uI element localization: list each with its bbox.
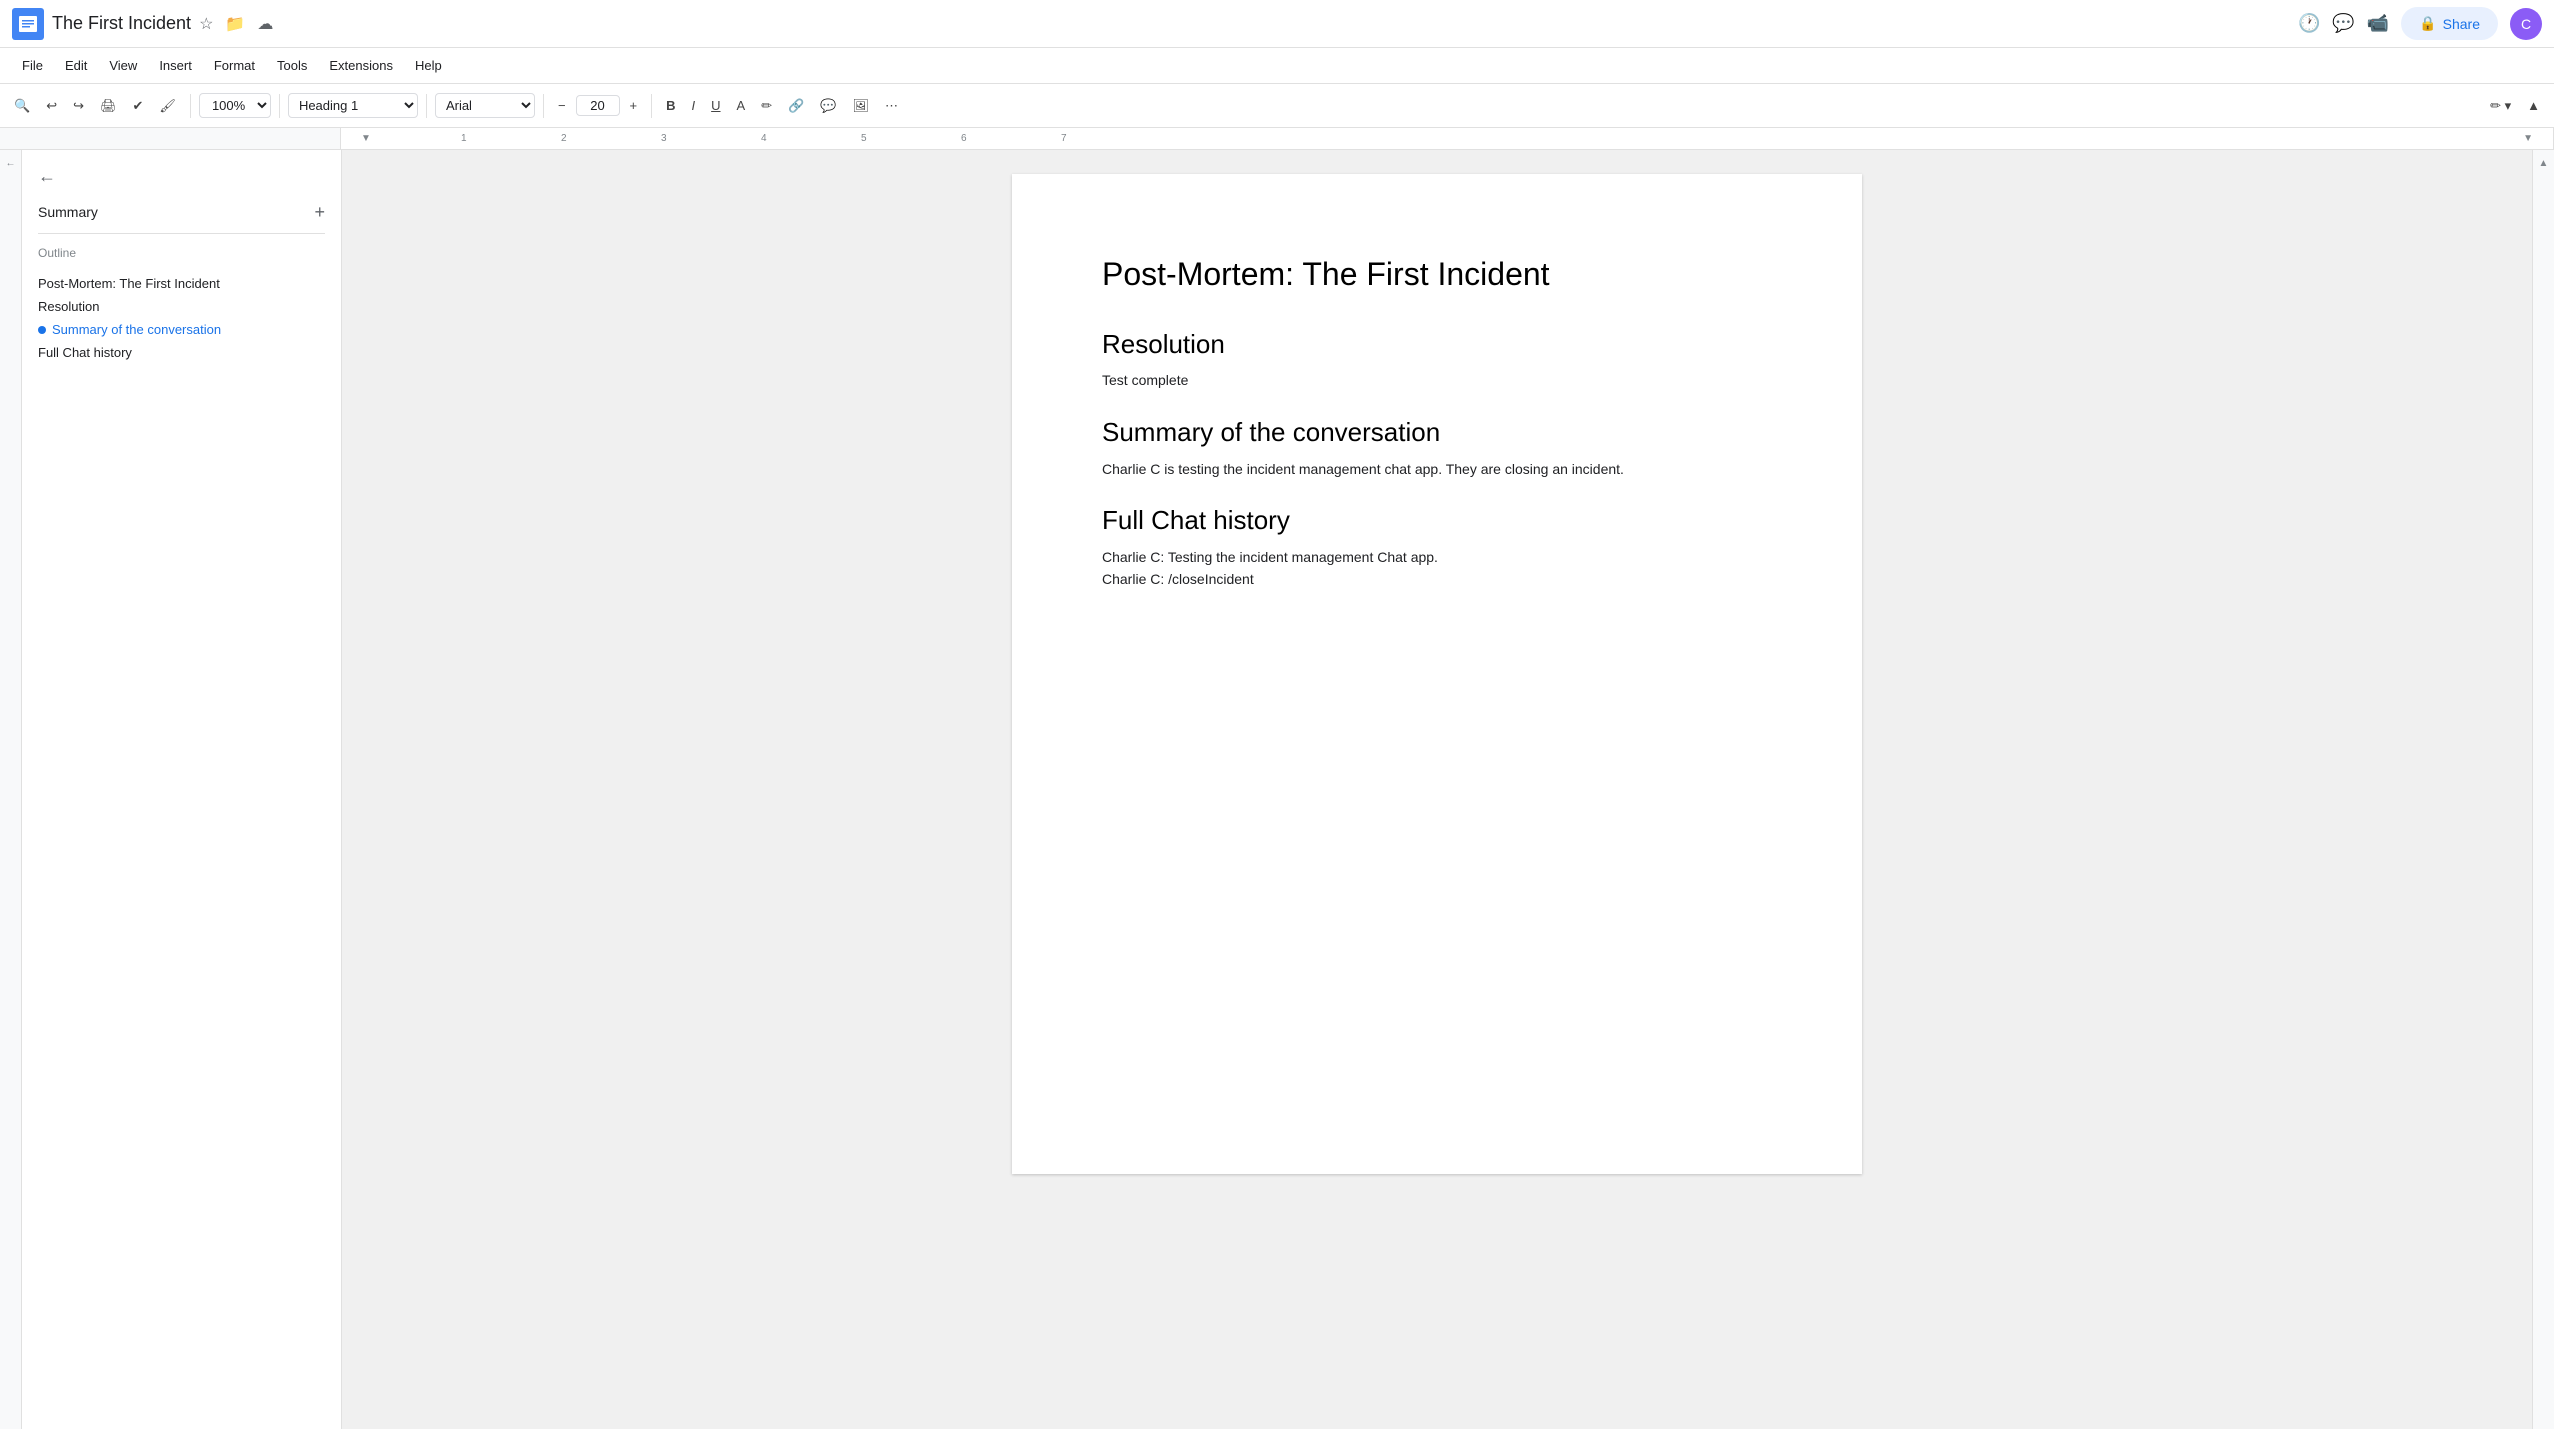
title-bar-left: The First Incident ☆ 📁 ☁ bbox=[12, 8, 2290, 40]
sidebar-add-button[interactable]: + bbox=[314, 203, 325, 221]
print-btn[interactable]: 🖨 bbox=[94, 94, 123, 118]
history-icon[interactable]: 🕐 bbox=[2298, 13, 2320, 34]
ruler-content: ▼ 1 2 3 4 5 6 7 ▼ bbox=[340, 128, 2554, 149]
menu-tools[interactable]: Tools bbox=[267, 54, 317, 77]
margin-arrow: ← bbox=[6, 158, 16, 169]
comment-btn[interactable]: 💬 bbox=[814, 94, 842, 118]
toolbar: 🔍 ↩ ↪ 🖨 ✔ 🖌 100% Heading 1 Arial − 20 + … bbox=[0, 84, 2554, 128]
paint-format-btn[interactable]: 🖌 bbox=[153, 94, 182, 118]
separator-1 bbox=[190, 94, 191, 118]
section-heading-0[interactable]: Resolution bbox=[1102, 328, 1772, 362]
back-arrow-icon: ← bbox=[38, 166, 56, 187]
sidebar-divider bbox=[38, 233, 325, 234]
highlight-btn[interactable]: ✏ bbox=[755, 94, 778, 118]
outline-item-3[interactable]: Full Chat history bbox=[38, 341, 325, 364]
share-button[interactable]: 🔒 Share bbox=[2401, 7, 2498, 40]
menu-bar: File Edit View Insert Format Tools Exten… bbox=[0, 48, 2554, 84]
image-btn[interactable]: 🖼 bbox=[846, 94, 875, 118]
left-margin: ← bbox=[0, 150, 22, 1429]
lock-icon: 🔒 bbox=[2419, 15, 2436, 32]
document-main-title[interactable]: Post-Mortem: The First Incident bbox=[1102, 254, 1772, 296]
section-heading-2[interactable]: Full Chat history bbox=[1102, 504, 1772, 538]
section-body-0[interactable]: Test complete bbox=[1102, 369, 1772, 391]
bold-btn[interactable]: B bbox=[660, 94, 681, 117]
outline-item-0[interactable]: Post-Mortem: The First Incident bbox=[38, 272, 325, 295]
scroll-indicator: ▲ bbox=[2539, 158, 2549, 169]
italic-btn[interactable]: I bbox=[686, 94, 702, 117]
font-size-increase[interactable]: + bbox=[624, 94, 644, 117]
star-icon[interactable]: ☆ bbox=[199, 14, 213, 34]
document-page: Post-Mortem: The First Incident Resoluti… bbox=[1012, 174, 1862, 1174]
link-btn[interactable]: 🔗 bbox=[782, 94, 810, 118]
avatar[interactable]: C bbox=[2510, 8, 2542, 40]
title-bar: The First Incident ☆ 📁 ☁ 🕐 💬 📹 🔒 Share C bbox=[0, 0, 2554, 48]
redo-btn[interactable]: ↪ bbox=[67, 94, 90, 118]
section-heading-1[interactable]: Summary of the conversation bbox=[1102, 416, 1772, 450]
main-layout: ← ← Summary + Outline Post-Mortem: The F… bbox=[0, 150, 2554, 1429]
document-area: Post-Mortem: The First Incident Resoluti… bbox=[342, 150, 2532, 1429]
cloud-icon[interactable]: ☁ bbox=[257, 14, 273, 34]
more-btn[interactable]: ⋯ bbox=[879, 94, 904, 118]
undo-btn[interactable]: ↩ bbox=[40, 94, 63, 118]
text-color-btn[interactable]: A bbox=[731, 94, 752, 117]
underline-btn[interactable]: U bbox=[705, 94, 726, 117]
comment-icon[interactable]: 💬 bbox=[2332, 13, 2354, 34]
separator-3 bbox=[426, 94, 427, 118]
menu-file[interactable]: File bbox=[12, 54, 53, 77]
outline-item-1[interactable]: Resolution bbox=[38, 295, 325, 318]
font-select[interactable]: Arial bbox=[435, 93, 535, 118]
ruler: ▼ 1 2 3 4 5 6 7 ▼ bbox=[0, 128, 2554, 150]
folder-icon[interactable]: 📁 bbox=[225, 14, 245, 34]
menu-view[interactable]: View bbox=[99, 54, 147, 77]
collapse-btn[interactable]: ▲ bbox=[2521, 94, 2546, 117]
search-btn[interactable]: 🔍 bbox=[8, 94, 36, 118]
font-size-decrease[interactable]: − bbox=[552, 94, 572, 117]
style-select[interactable]: Heading 1 bbox=[288, 93, 418, 118]
video-icon[interactable]: 📹 bbox=[2367, 13, 2389, 34]
right-panel: ▲ bbox=[2532, 150, 2554, 1429]
document-title: The First Incident bbox=[52, 13, 191, 34]
menu-help[interactable]: Help bbox=[405, 54, 452, 77]
section-body-1[interactable]: Charlie C is testing the incident manage… bbox=[1102, 458, 1772, 480]
outline-item-2[interactable]: Summary of the conversation bbox=[38, 318, 325, 341]
separator-2 bbox=[279, 94, 280, 118]
sidebar-summary-header: Summary + bbox=[38, 203, 325, 221]
edit-mode-btn[interactable]: ✏ ▾ bbox=[2484, 94, 2517, 118]
section-body-2[interactable]: Charlie C: Testing the incident manageme… bbox=[1102, 546, 1772, 591]
menu-extensions[interactable]: Extensions bbox=[319, 54, 403, 77]
back-button[interactable]: ← bbox=[38, 166, 325, 187]
spellcheck-btn[interactable]: ✔ bbox=[127, 94, 150, 118]
menu-edit[interactable]: Edit bbox=[55, 54, 97, 77]
title-bar-right: 🕐 💬 📹 🔒 Share C bbox=[2298, 7, 2542, 40]
docs-icon bbox=[12, 8, 44, 40]
zoom-select[interactable]: 100% bbox=[199, 93, 271, 118]
separator-4 bbox=[543, 94, 544, 118]
menu-insert[interactable]: Insert bbox=[149, 54, 202, 77]
separator-5 bbox=[651, 94, 652, 118]
font-size-input[interactable]: 20 bbox=[576, 95, 620, 116]
sidebar: ← Summary + Outline Post-Mortem: The Fir… bbox=[22, 150, 342, 1429]
outline-label: Outline bbox=[38, 246, 325, 260]
title-bar-icons: ☆ 📁 ☁ bbox=[199, 14, 273, 34]
menu-format[interactable]: Format bbox=[204, 54, 265, 77]
sidebar-summary-label: Summary bbox=[38, 204, 98, 220]
